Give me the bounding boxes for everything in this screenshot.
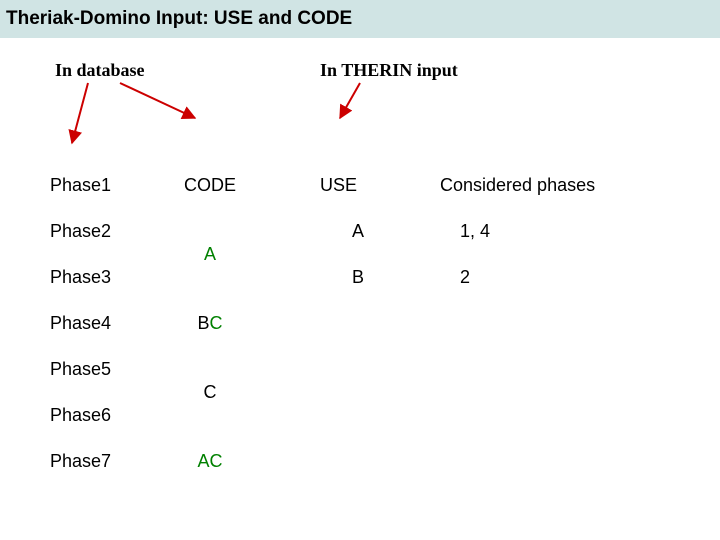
code-row: AC [180,450,240,473]
slide-body: In database In THERIN input Phase1 Phase… [0,38,720,538]
use-item: B [340,267,364,287]
considered-item: 1, 4 [460,221,490,241]
considered-item: 2 [460,267,470,287]
phase-item: Phase6 [50,405,111,425]
considered-header: Considered phases [440,174,595,197]
use-item: A [340,221,364,241]
heading-therin-input: In THERIN input [320,60,458,81]
phase-item: Phase1 [50,175,111,195]
column-considered: Considered phases 1, 4 2 [440,128,595,312]
column-code: CODE A BC C AC *QFM *CB [180,128,240,540]
arrow-db-to-phase [72,83,88,143]
code-row: A [180,243,240,266]
column-use: USE A B [320,128,364,312]
slide-title: Theriak-Domino Input: USE and CODE [0,0,720,38]
phase-item: Phase7 [50,451,111,471]
slide-title-text: Theriak-Domino Input: USE and CODE [6,8,352,29]
arrow-therin-to-use [340,83,360,118]
arrow-db-to-code [120,83,195,118]
phase-item: Phase2 [50,221,111,241]
code-row: C [180,381,240,404]
code-row: BC [180,312,240,335]
phase-item: Phase5 [50,359,111,379]
phase-item: Phase4 [50,313,111,333]
heading-database: In database [55,60,145,81]
code-header: CODE [180,174,240,197]
phase-item: Phase3 [50,267,111,287]
use-header: USE [320,174,364,197]
column-phases: Phase1 Phase2 Phase3 Phase4 Phase5 Phase… [30,151,111,496]
